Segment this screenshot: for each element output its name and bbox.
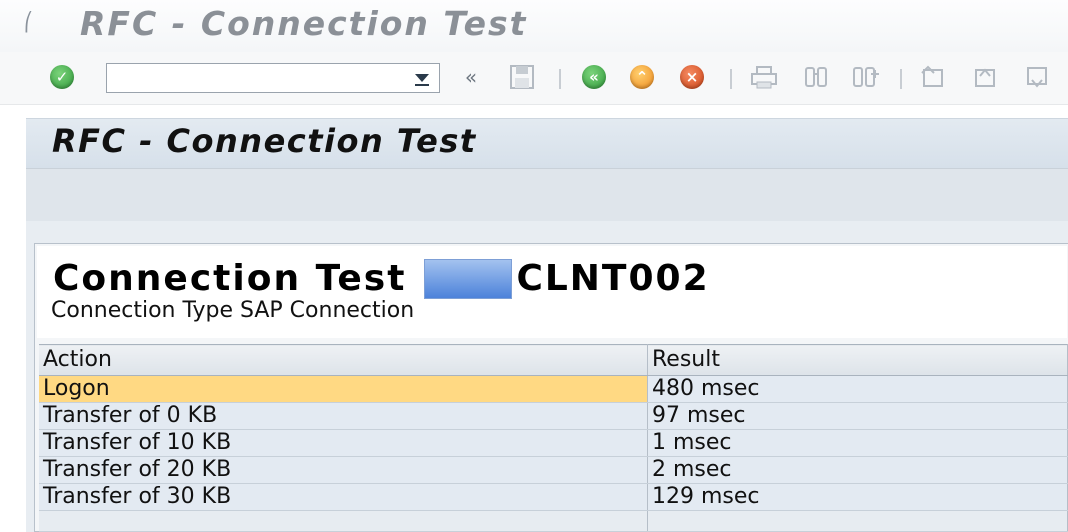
result-cell[interactable]: 2 msec — [647, 456, 1068, 484]
chevron-down-icon[interactable] — [415, 74, 429, 82]
command-input[interactable] — [111, 64, 405, 92]
table-row[interactable]: Transfer of 20 KB 2 msec — [39, 456, 1068, 484]
result-header: Connection Test CLNT002 Connection Type … — [37, 246, 1067, 338]
command-field[interactable] — [106, 63, 440, 93]
table-row[interactable]: Transfer of 0 KB 97 msec — [39, 402, 1068, 430]
heading-suffix: CLNT002 — [516, 258, 710, 299]
table-header-row: Action Result — [39, 344, 1068, 376]
action-cell[interactable]: Transfer of 10 KB — [39, 429, 648, 457]
find-icon — [805, 67, 827, 87]
connection-type-label: Connection Type SAP Connection — [51, 298, 415, 323]
result-cell[interactable]: 97 msec — [647, 402, 1068, 430]
first-page-button[interactable] — [914, 63, 950, 91]
action-cell[interactable]: Transfer of 20 KB — [39, 456, 648, 484]
find-next-icon — [853, 67, 879, 87]
table-row[interactable]: Transfer of 30 KB 129 msec — [39, 483, 1068, 511]
enter-button[interactable]: ✓ — [45, 63, 79, 91]
dropdown-underline — [415, 84, 429, 86]
first-page-icon — [921, 65, 943, 87]
empty-row — [39, 510, 1068, 532]
column-header-action[interactable]: Action — [39, 344, 648, 376]
double-chevron-left-icon: « — [464, 65, 478, 89]
previous-page-button[interactable] — [966, 63, 1002, 91]
next-page-button[interactable] — [1018, 63, 1054, 91]
toolbar-separator — [730, 69, 732, 89]
find-button[interactable] — [798, 63, 834, 91]
heading-prefix: Connection Test — [53, 258, 407, 299]
table-row[interactable]: Logon 480 msec — [39, 375, 1068, 403]
result-heading: Connection Test CLNT002 — [53, 258, 710, 299]
table-row[interactable]: Transfer of 10 KB 1 msec — [39, 429, 1068, 457]
print-icon — [751, 66, 777, 89]
back-icon: « — [582, 65, 606, 89]
window-title-bar: ⎛ RFC - Connection Test — [0, 0, 1068, 52]
next-page-icon — [1027, 67, 1047, 88]
column-header-result[interactable]: Result — [647, 344, 1068, 376]
exit-button[interactable]: ⌃ — [626, 63, 658, 91]
screen-title: RFC - Connection Test — [52, 122, 477, 160]
toolbar-separator — [900, 69, 902, 89]
find-next-button[interactable] — [848, 63, 884, 91]
empty-cell — [647, 510, 1068, 532]
save-button[interactable] — [502, 63, 542, 91]
window-menu-icon[interactable]: ⎛ — [24, 13, 44, 33]
cancel-button[interactable]: × — [676, 63, 708, 91]
empty-cell — [39, 510, 648, 532]
screen-title-bar: RFC - Connection Test — [26, 118, 1068, 169]
exit-icon: ⌃ — [630, 65, 654, 89]
system-toolbar: ✓ « « ⌃ × — [0, 52, 1068, 105]
application-toolbar — [26, 168, 1068, 222]
action-cell[interactable]: Transfer of 30 KB — [39, 483, 648, 511]
window-title: RFC - Connection Test — [80, 4, 528, 43]
previous-page-icon — [975, 68, 995, 87]
result-cell[interactable]: 1 msec — [647, 429, 1068, 457]
cancel-icon: × — [680, 65, 704, 89]
print-button[interactable] — [746, 63, 782, 91]
result-table: Action Result Logon 480 msec Transfer of… — [39, 344, 1068, 532]
result-cell[interactable]: 480 msec — [647, 375, 1068, 403]
action-cell[interactable]: Transfer of 0 KB — [39, 402, 648, 430]
result-cell[interactable]: 129 msec — [647, 483, 1068, 511]
back-button[interactable]: « — [578, 63, 610, 91]
save-icon — [510, 65, 534, 89]
action-cell[interactable]: Logon — [39, 375, 648, 403]
collapse-button[interactable]: « — [458, 63, 484, 91]
redacted-destination — [424, 258, 513, 299]
toolbar-separator — [559, 69, 561, 89]
enter-icon: ✓ — [50, 65, 74, 89]
